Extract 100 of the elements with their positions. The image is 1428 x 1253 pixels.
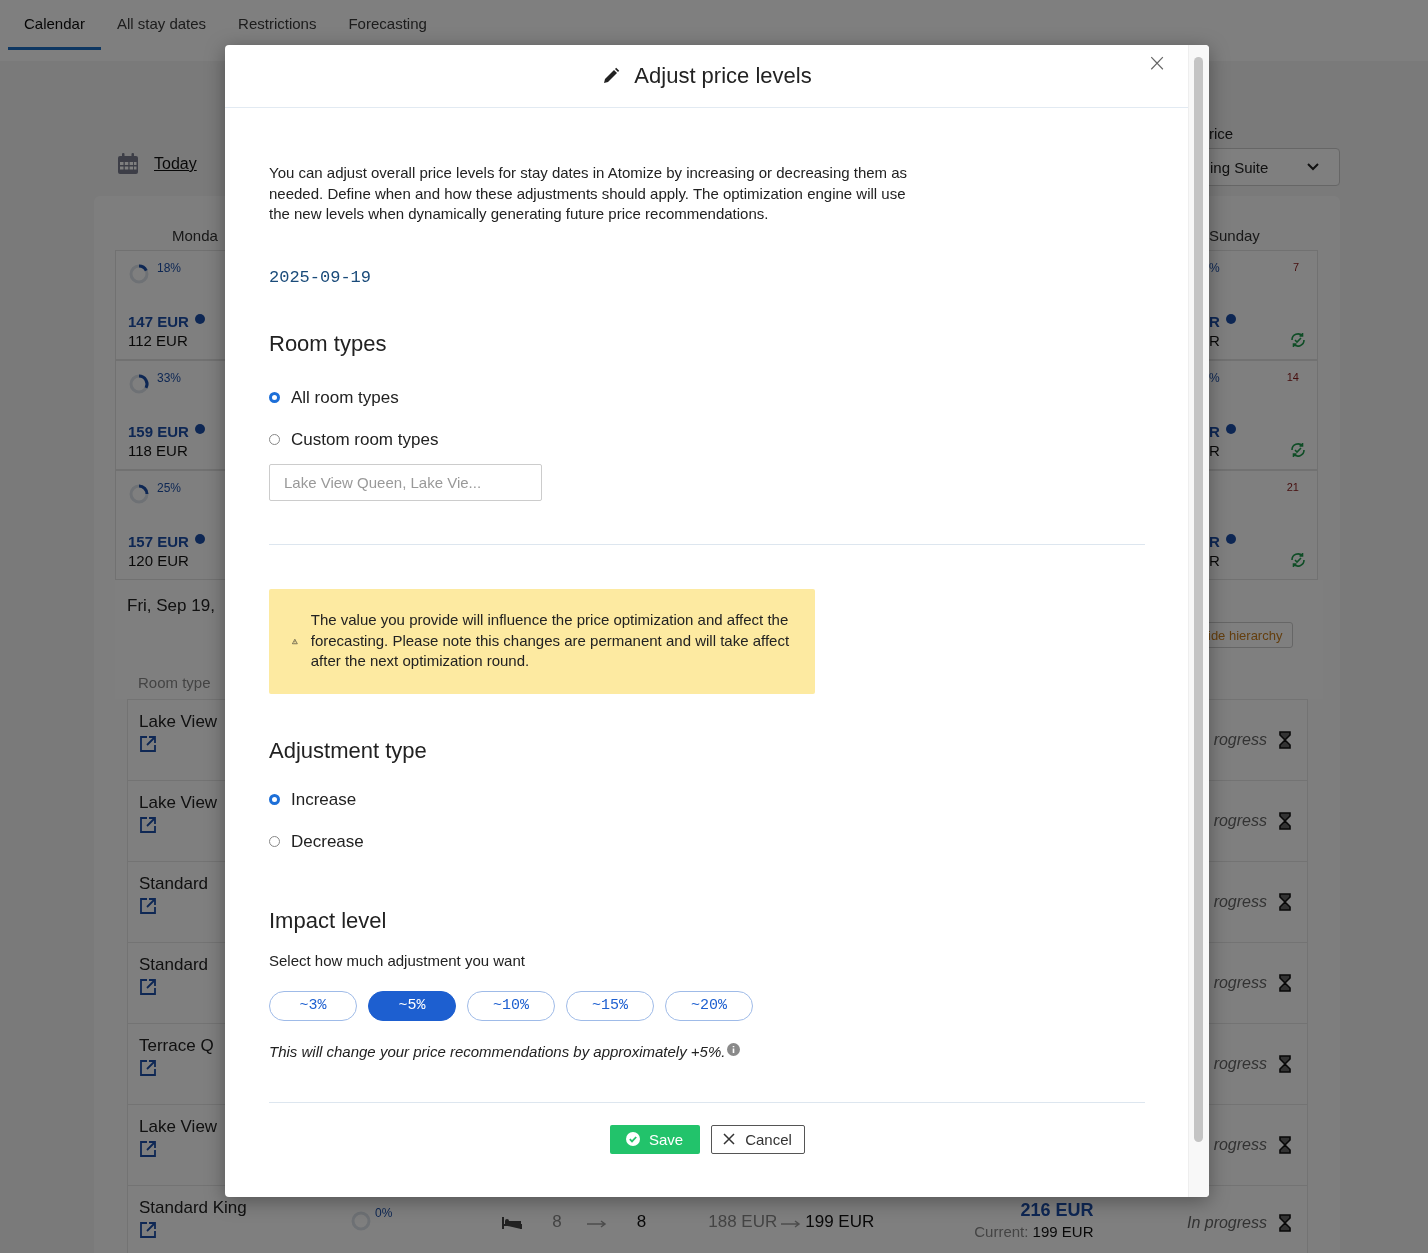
current-label: Current: [974, 1223, 1029, 1240]
recommended-price: R [1209, 313, 1220, 330]
radio-label[interactable]: Custom room types [291, 429, 439, 450]
tab[interactable]: All stay dates [100, 0, 223, 50]
info-icon[interactable] [727, 1042, 741, 1056]
current-price: 118 EUR [128, 442, 189, 459]
current-price: 112 EUR [128, 332, 189, 349]
impact-option[interactable]: ~3% [269, 990, 357, 1021]
occupancy-percent: 0% [375, 1206, 393, 1220]
radio-label[interactable]: All room types [291, 387, 399, 408]
room-type-name: Lake View [139, 793, 218, 813]
cancel-button[interactable]: Cancel [710, 1124, 805, 1154]
recommended-price: 157 EUR [128, 533, 189, 550]
recommended-price: 159 EUR [128, 423, 189, 440]
external-link-icon[interactable] [139, 978, 157, 996]
arrow-right-icon [781, 1220, 802, 1228]
price-from: 188 EUR [708, 1212, 778, 1232]
calendar-day-cell[interactable]: 33% 159 EUR 118 EUR [115, 360, 225, 470]
date-heading: Fri, Sep 19, [126, 595, 216, 617]
external-link-icon[interactable] [139, 1140, 157, 1158]
day-number: 7 [1292, 261, 1300, 275]
calendar-day-cell[interactable]: 25% 157 EUR 120 EUR [115, 470, 225, 580]
day-header: Monda [171, 227, 219, 246]
external-link-icon[interactable] [139, 1221, 157, 1239]
recommended-price: R [1209, 423, 1220, 440]
calendar-day-cell[interactable]: 21 R R [1209, 470, 1318, 580]
modal-title: Adjust price levels [634, 63, 812, 89]
status-text: rogress [1213, 1136, 1267, 1154]
room-type-name: Lake View [139, 712, 218, 732]
room-type-name: Standard King [139, 1198, 247, 1218]
external-link-icon[interactable] [139, 1059, 157, 1077]
room-type-name: Standard [139, 874, 208, 894]
status-text: In progress [1186, 1214, 1267, 1232]
price-to: 199 EUR [805, 1212, 875, 1232]
current-price: 199 EUR [1032, 1223, 1094, 1240]
sync-check-icon [1289, 331, 1307, 349]
external-link-icon[interactable] [139, 735, 157, 753]
status-dot [1225, 313, 1236, 324]
room-type-name: Lake View [139, 1117, 218, 1137]
stay-date: 2025-09-19 [269, 267, 373, 287]
hourglass-icon [1279, 893, 1291, 911]
calendar-icon [116, 152, 140, 176]
radio-label[interactable]: Increase [291, 789, 357, 810]
impact-option[interactable]: ~20% [665, 990, 753, 1021]
room-types-field[interactable]: Lake View Queen, Lake Vie... [269, 463, 542, 501]
impact-note: This will change your price recommendations by approximately +5%. [269, 1042, 726, 1060]
occupancy-ring [128, 373, 150, 395]
external-link-icon[interactable] [139, 816, 157, 834]
recommended-price: R [1209, 533, 1220, 550]
status-text: rogress [1213, 731, 1267, 749]
day-number: 14 [1286, 371, 1300, 385]
rooms-count: 8 [636, 1212, 647, 1232]
today-link[interactable]: Today [154, 155, 197, 173]
rooms-count: 8 [552, 1212, 562, 1232]
section-heading: Impact level [269, 907, 388, 934]
radio-label[interactable]: Decrease [291, 831, 364, 852]
status-text: rogress [1213, 812, 1267, 830]
hourglass-icon [1279, 731, 1291, 749]
hint-text: Select how much adjustment you want [269, 951, 526, 969]
hourglass-icon [1279, 1136, 1291, 1154]
radio-button[interactable] [269, 392, 280, 403]
day-number: 21 [1286, 481, 1300, 493]
status-dot [194, 313, 205, 324]
impact-option[interactable]: ~5% [368, 990, 456, 1021]
pencil-icon [602, 67, 621, 85]
occupancy-ring [128, 263, 150, 285]
occupancy-percent: % [1209, 371, 1220, 385]
impact-option[interactable]: ~10% [467, 990, 555, 1021]
external-link-icon[interactable] [139, 897, 157, 915]
calendar-day-cell[interactable]: % 7 R R [1209, 250, 1318, 360]
impact-option[interactable]: ~15% [566, 990, 654, 1021]
current-price: R [1209, 552, 1221, 569]
field-label: rice [1208, 125, 1235, 144]
status-text: rogress [1213, 1055, 1267, 1073]
room-type-name: Terrace Q [139, 1036, 214, 1056]
hourglass-icon [1279, 974, 1291, 992]
occupancy-percent: % [1209, 261, 1220, 275]
chevron-down-icon [1307, 163, 1319, 171]
status-dot [194, 533, 205, 544]
close-button[interactable]: × [1142, 51, 1171, 75]
scrollbar-thumb[interactable] [1194, 57, 1203, 1142]
occupancy-ring [128, 483, 150, 505]
current-price: R [1209, 442, 1221, 459]
occupancy-percent: 33% [157, 371, 182, 385]
radio-button[interactable] [269, 794, 280, 805]
current-price: R [1209, 332, 1221, 349]
status-text: rogress [1213, 893, 1267, 911]
section-heading: Adjustment type [269, 737, 428, 764]
sync-check-icon [1289, 551, 1307, 569]
calendar-day-cell[interactable]: % 14 R R [1209, 360, 1318, 470]
hourglass-icon [1279, 812, 1291, 830]
room-type-name: Standard [139, 955, 208, 975]
tab[interactable]: Calendar [8, 0, 101, 50]
calendar-day-cell[interactable]: 18% 147 EUR 112 EUR [115, 250, 225, 360]
current-price: 120 EUR [128, 552, 190, 569]
day-header: Sunday [1209, 227, 1261, 246]
arrow-right-icon [586, 1220, 607, 1228]
tab[interactable]: Restrictions [222, 0, 333, 50]
tab[interactable]: Forecasting [332, 0, 443, 50]
occupancy-percent: 18% [157, 261, 182, 275]
